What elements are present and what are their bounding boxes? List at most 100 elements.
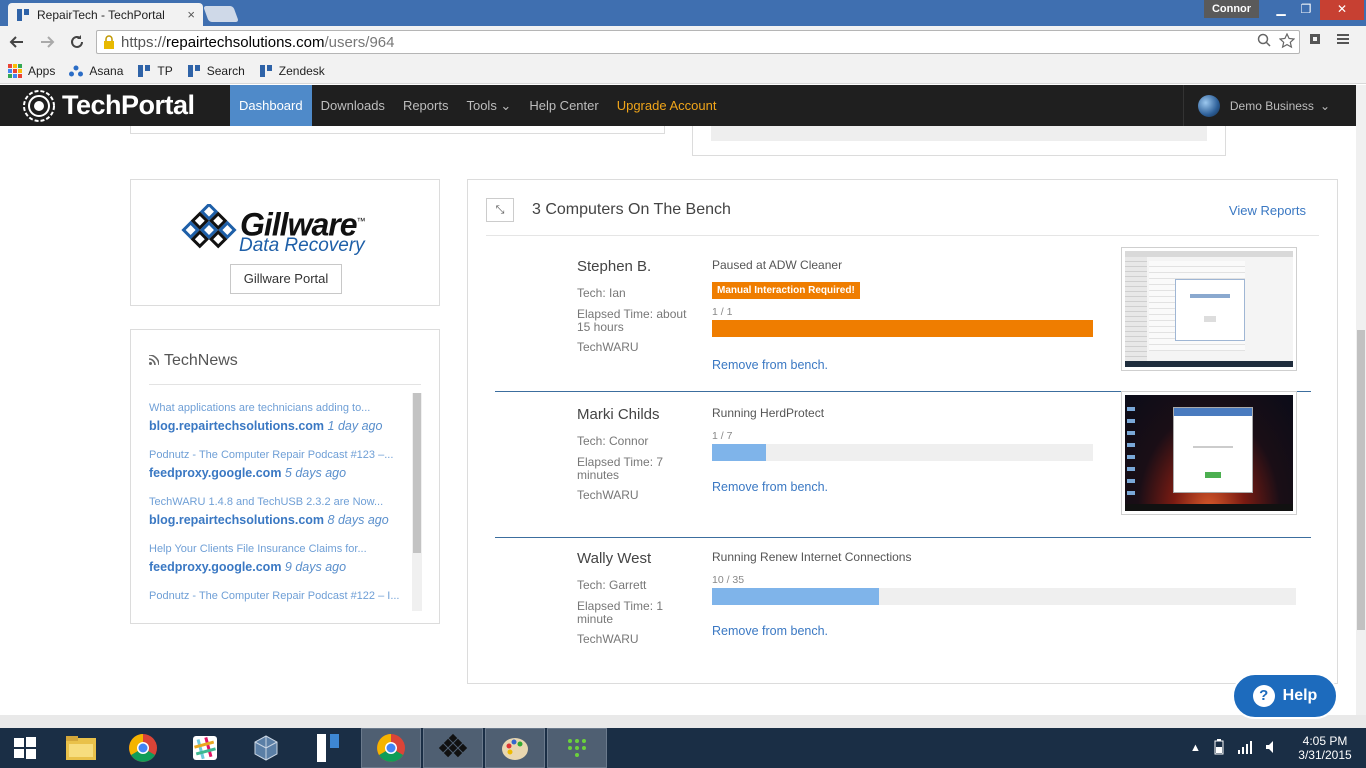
bookmark-star-icon[interactable] (1278, 32, 1296, 52)
desktop-screenshot (1125, 251, 1293, 367)
slack-icon[interactable] (175, 728, 235, 768)
volume-icon[interactable] (1265, 740, 1279, 757)
screenshot-thumbnail[interactable] (1121, 391, 1297, 515)
extension-icon[interactable] (1308, 32, 1322, 49)
file-explorer-icon[interactable] (51, 728, 111, 768)
rss-icon (148, 353, 160, 368)
bookmark-tp[interactable]: TP (136, 64, 173, 78)
news-item[interactable]: Help Your Clients File Insurance Claims … (149, 541, 404, 588)
news-item[interactable]: TechWARU 1.4.8 and TechUSB 2.3.2 are Now… (149, 494, 404, 541)
forward-arrow-icon[interactable] (34, 29, 60, 55)
computer-app: TechWARU (577, 632, 639, 646)
progress-count: 1 / 7 (712, 430, 733, 442)
computer-name: Stephen B. (577, 258, 652, 275)
gillware-tagline: Data Recovery (239, 235, 365, 256)
news-title[interactable]: Podnutz - The Computer Repair Podcast #1… (149, 588, 404, 604)
minimize-button[interactable]: ▁ (1267, 0, 1295, 20)
news-title[interactable]: What applications are technicians adding… (149, 400, 404, 416)
computer-tech: Tech: Ian (577, 286, 626, 300)
progress-count: 10 / 35 (712, 574, 745, 586)
progress-fill (712, 320, 1093, 337)
start-windows-icon[interactable] (0, 728, 50, 768)
paint-palette-icon[interactable] (485, 728, 545, 768)
nav-tools[interactable]: Tools ⌄ (457, 85, 520, 126)
techportal-logo[interactable]: TechPortal (22, 89, 230, 123)
browser-tab[interactable]: RepairTech - TechPortal × (8, 3, 203, 26)
news-source[interactable]: blog.repairtechsolutions.com (149, 513, 324, 527)
chrome-active-icon[interactable] (361, 728, 421, 768)
computer-app: TechWARU (577, 488, 639, 502)
computer-app: TechWARU (577, 340, 639, 354)
new-tab-button[interactable] (203, 6, 239, 22)
news-item[interactable]: Podnutz - The Computer Repair Podcast #1… (149, 447, 404, 494)
diamond-app-icon[interactable] (423, 728, 483, 768)
tray-expand-icon[interactable]: ▲ (1190, 742, 1201, 754)
chrome-menu-icon[interactable] (1336, 32, 1350, 49)
bookmarks-bar: Apps Asana TP Search Zendesk (0, 58, 1366, 84)
help-question-icon: ? (1252, 685, 1275, 707)
bookmark-label: Zendesk (278, 63, 325, 78)
back-arrow-icon[interactable] (4, 29, 30, 55)
technews-scrollbar[interactable] (412, 393, 422, 611)
signal-icon[interactable] (1237, 740, 1253, 757)
news-source[interactable]: blog.repairtechsolutions.com (149, 419, 324, 433)
tab-close-icon[interactable]: × (187, 7, 195, 22)
news-source[interactable]: feedproxy.google.com (149, 560, 281, 574)
news-source[interactable]: feedproxy.google.com (149, 466, 281, 480)
help-button[interactable]: ? Help (1232, 673, 1338, 719)
bookmark-search[interactable]: Search (186, 64, 245, 78)
nav-dashboard[interactable]: Dashboard (230, 85, 312, 132)
remove-from-bench-link[interactable]: Remove from bench. (712, 624, 828, 638)
bookmark-zendesk[interactable]: Zendesk (258, 64, 325, 78)
nav-reports[interactable]: Reports (394, 85, 458, 126)
news-title[interactable]: Help Your Clients File Insurance Claims … (149, 541, 404, 557)
brand-name: TechPortal (62, 90, 195, 120)
expand-icon[interactable]: ⤡ (486, 198, 514, 222)
address-bar[interactable]: https://repairtechsolutions.com/users/96… (96, 30, 1300, 54)
techportal-logo-icon (23, 89, 55, 122)
taskbar-clock[interactable]: 4:05 PM 3/31/2015 (1290, 734, 1360, 762)
maximize-button[interactable]: ❐ (1293, 0, 1319, 20)
nav-upgrade-account[interactable]: Upgrade Account (608, 85, 726, 126)
virtualbox-icon[interactable] (236, 728, 296, 768)
progress-bar (712, 444, 1093, 461)
bench-title: 3 Computers On The Bench (532, 201, 731, 218)
reload-icon[interactable] (64, 29, 90, 55)
bookmark-asana[interactable]: Asana (68, 64, 123, 78)
remove-from-bench-link[interactable]: Remove from bench. (712, 480, 828, 494)
repairtech-taskbar-icon[interactable] (298, 728, 358, 768)
nav-downloads[interactable]: Downloads (312, 85, 394, 126)
battery-icon[interactable] (1213, 738, 1225, 758)
zoom-search-icon[interactable] (1257, 33, 1271, 52)
url-scheme: https:// (121, 33, 167, 51)
computer-status: Paused at ADW Cleaner (712, 258, 843, 272)
gillware-panel: Gillware™ Data Recovery Gillware Portal (130, 179, 440, 306)
gillware-logo: Gillware™ Data Recovery (179, 202, 379, 260)
nav-help-center[interactable]: Help Center (520, 85, 607, 126)
computer-status: Running HerdProtect (712, 406, 825, 420)
screenshot-thumbnail[interactable] (1121, 247, 1297, 371)
computer-tech: Tech: Garrett (577, 578, 647, 592)
close-window-button[interactable]: ✕ (1320, 0, 1364, 20)
repairtech-icon (258, 64, 274, 78)
bookmark-apps[interactable]: Apps (7, 63, 55, 78)
dots-app-icon[interactable] (547, 728, 607, 768)
panel-stub-left (130, 126, 665, 134)
page-scrollbar[interactable] (1356, 85, 1366, 715)
news-title[interactable]: TechWARU 1.4.8 and TechUSB 2.3.2 are Now… (149, 494, 404, 510)
asana-icon (68, 64, 84, 78)
chevron-down-icon: ⌄ (1319, 98, 1330, 113)
clock-date: 3/31/2015 (1298, 748, 1352, 762)
chrome-pinned-icon[interactable] (113, 728, 173, 768)
news-item[interactable]: What applications are technicians adding… (149, 400, 404, 447)
news-title[interactable]: Podnutz - The Computer Repair Podcast #1… (149, 447, 404, 463)
account-menu[interactable]: Demo Business ⌄ (1182, 85, 1338, 126)
news-age: 5 days ago (284, 466, 347, 480)
computer-elapsed: Elapsed Time: 7 minutes (577, 455, 664, 482)
gillware-portal-button[interactable]: Gillware Portal (230, 264, 342, 294)
view-reports-link[interactable]: View Reports (1229, 203, 1306, 218)
remove-from-bench-link[interactable]: Remove from bench. (712, 358, 828, 372)
profile-button[interactable]: Connor (1204, 0, 1259, 18)
news-item[interactable]: Podnutz - The Computer Repair Podcast #1… (149, 588, 404, 604)
account-name: Demo Business (1229, 98, 1314, 113)
